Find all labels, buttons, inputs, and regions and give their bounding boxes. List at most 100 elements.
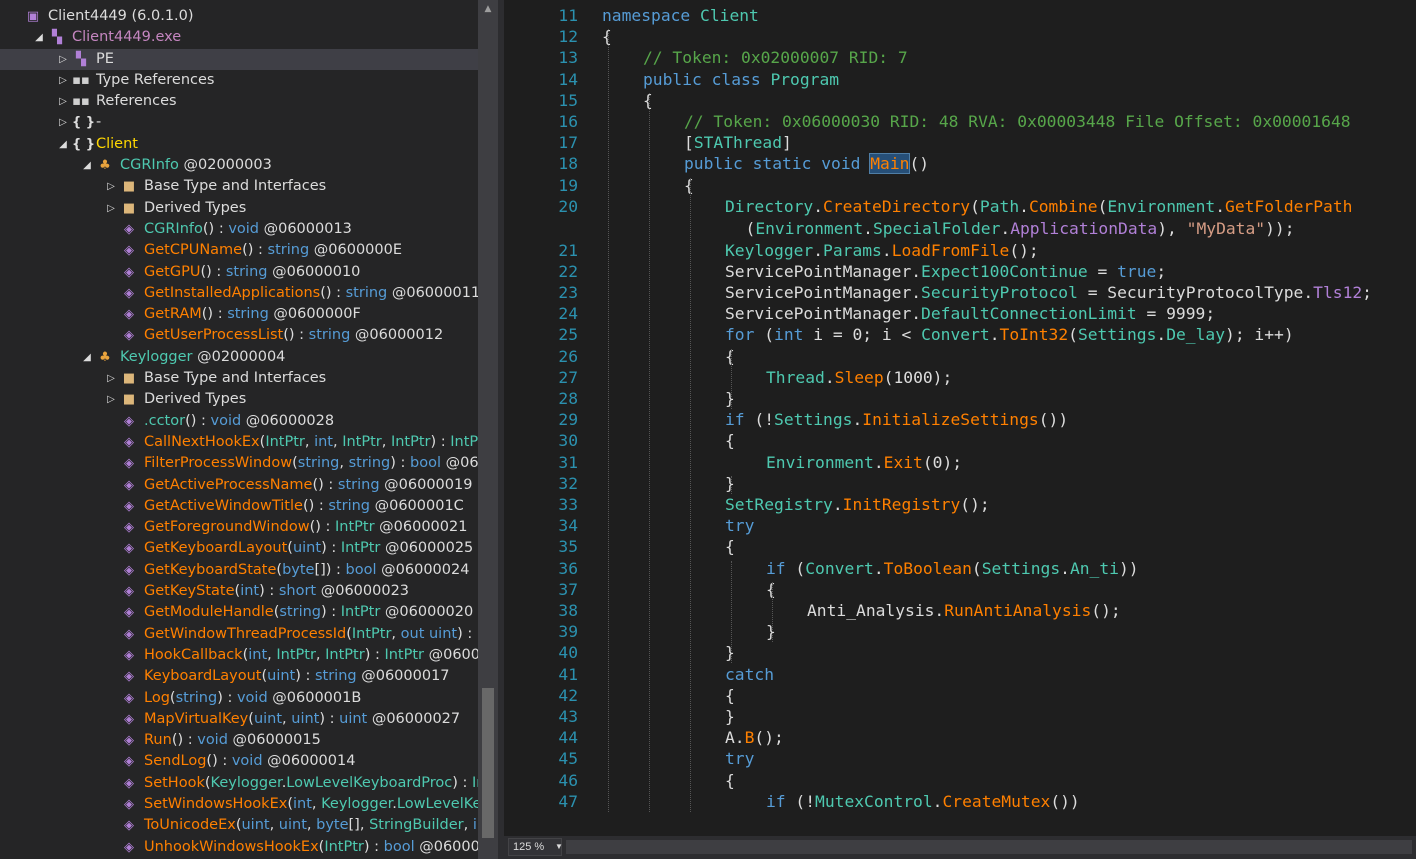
tree-node[interactable]: ◈ ToUnicodeEx(uint, uint, byte[], StringB… — [0, 815, 478, 836]
tree-node[interactable]: ◈ UnhookWindowsHookEx(IntPtr) : bool @060… — [0, 837, 478, 858]
collapse-arrow-icon[interactable]: ◢ — [81, 155, 93, 176]
tree-node[interactable]: ▷ ■ Base Type and Interfaces — [0, 176, 478, 197]
label-part: @06000027 — [367, 710, 461, 727]
expand-arrow-icon[interactable]: ▷ — [57, 49, 69, 70]
method-icon: ◈ — [124, 562, 134, 578]
code-token: . — [873, 452, 884, 472]
code-token: SpecialFolder — [872, 219, 1001, 239]
tree-node[interactable]: ◈ SetHook(Keylogger.LowLevelKeyboardProc)… — [0, 773, 478, 794]
tree-node[interactable]: ▷ ■ Base Type and Interfaces — [0, 368, 478, 389]
tree-node-label: GetWindowThreadProcessId(IntPtr, out uin… — [144, 624, 478, 645]
method-icon: ◈ — [124, 221, 134, 237]
tree-node[interactable]: ▷{ } - — [0, 112, 478, 133]
tree-node[interactable]: ◈ CallNextHookEx(IntPtr, int, IntPtr, Int… — [0, 432, 478, 453]
tree-node[interactable]: ◈ GetKeyState(int) : short @06000023 — [0, 581, 478, 602]
tree-node[interactable]: ◈ KeyboardLayout(uint) : string @06000017 — [0, 666, 478, 687]
tree-node[interactable]: ◈ GetActiveProcessName() : string @060000… — [0, 475, 478, 496]
scroll-thumb[interactable] — [482, 688, 494, 838]
line-number: 41 — [558, 664, 578, 684]
label-part: GetActiveProcessName — [144, 476, 313, 493]
code-token: . — [932, 791, 943, 811]
tree-node[interactable]: ◈ GetForegroundWindow() : IntPtr @0600002… — [0, 517, 478, 538]
line-number: 12 — [558, 27, 578, 47]
chevron-down-icon[interactable]: ▼ — [555, 839, 565, 855]
scroll-up-icon[interactable]: ▲ — [478, 0, 498, 18]
code-token: A. — [725, 728, 745, 748]
line-number: 37 — [558, 579, 578, 599]
tree-node[interactable]: ◈ GetUserProcessList() : string @06000012 — [0, 325, 478, 346]
method-icon: ◈ — [124, 839, 134, 855]
tree-node[interactable]: ◈ GetKeyboardLayout(uint) : IntPtr @06000… — [0, 538, 478, 559]
code-text: if (Convert.ToBoolean(Settings.An_ti)) — [766, 558, 1139, 579]
label-part: LowLevelKeyboardProc — [286, 774, 453, 791]
expand-arrow-icon[interactable]: ▷ — [57, 112, 69, 133]
tree-node[interactable]: ◈ GetInstalledApplications() : string @06… — [0, 283, 478, 304]
code-text: namespace Client — [602, 5, 759, 26]
code-token: . — [863, 219, 873, 239]
tree-node[interactable]: ◈ Log(string) : void @0600001B — [0, 688, 478, 709]
code-text: Environment.Exit(0); — [766, 452, 962, 473]
expand-arrow-icon[interactable]: ▷ — [105, 198, 117, 219]
tree-node[interactable]: ◢ ♣ CGRInfo @02000003 — [0, 155, 478, 176]
code-editor[interactable]: 11 namespace Client 12 {13 // Token: 0x02000… — [504, 0, 1416, 859]
tree-node[interactable]: ◈ GetActiveWindowTitle() : string @060000… — [0, 496, 478, 517]
label-part: IntPtr — [325, 646, 365, 663]
code-token: ( — [970, 196, 980, 216]
tree-node[interactable]: ◈ SetWindowsHookEx(int, Keylogger.LowLeve… — [0, 794, 478, 815]
expand-arrow-icon[interactable]: ▷ — [105, 389, 117, 410]
horizontal-scrollbar[interactable] — [566, 840, 1412, 854]
tree-node[interactable]: ◢ ♣ Keylogger @02000004 — [0, 347, 478, 368]
tree-node[interactable]: ▷ ▪▪ References — [0, 91, 478, 112]
method-icon: ◈ — [124, 285, 134, 301]
tree-node[interactable]: ◈ SendLog() : void @06000014 — [0, 751, 478, 772]
tree-node-label: FilterProcessWindow(string, string) : bo… — [144, 453, 478, 474]
expand-arrow-icon[interactable]: ▷ — [57, 70, 69, 91]
tree-node[interactable]: ◈ CGRInfo() : void @06000013 — [0, 219, 478, 240]
method-icon: ◈ — [124, 477, 134, 493]
collapse-arrow-icon[interactable]: ◢ — [33, 27, 45, 48]
label-part: () : — [283, 327, 309, 344]
tree-node[interactable]: ◈ FilterProcessWindow(string, string) : b… — [0, 453, 478, 474]
tree-node[interactable]: ◈ GetModuleHandle(string) : IntPtr @06000… — [0, 602, 478, 623]
tree-node[interactable]: ◢{ } Client — [0, 134, 478, 155]
expand-arrow-icon[interactable]: ▷ — [57, 91, 69, 112]
label-part: @06000011 — [387, 284, 478, 301]
highlighted-symbol[interactable]: Main — [869, 153, 911, 175]
code-token: Settings — [774, 410, 853, 430]
method-icon: ◈ — [124, 307, 134, 323]
code-token: InitRegistry — [842, 494, 961, 514]
tree-node[interactable]: ▷ ▚ PE — [0, 48, 478, 70]
tree-node[interactable]: ◈ Run() : void @06000015 — [0, 730, 478, 751]
tree-node[interactable]: ◈ .cctor() : void @06000028 — [0, 411, 478, 432]
expand-arrow-icon[interactable]: ▷ — [105, 176, 117, 197]
expand-arrow-icon[interactable]: ▷ — [105, 368, 117, 389]
tree-node[interactable]: ◈ GetKeyboardState(byte[]) : bool @060000… — [0, 560, 478, 581]
tree-node[interactable]: ◈ GetGPU() : string @06000010 — [0, 262, 478, 283]
label-part: @0600000E — [309, 242, 403, 259]
label-part: GetForegroundWindow — [144, 519, 310, 536]
tree-node[interactable]: ◈ GetWindowThreadProcessId(IntPtr, out ui… — [0, 624, 478, 645]
tree-node[interactable]: ◈ HookCallback(int, IntPtr, IntPtr) : Int… — [0, 645, 478, 666]
label-part: uint — [241, 817, 270, 834]
tree-node[interactable]: ◈ GetCPUName() : string @0600000E — [0, 240, 478, 261]
label-part: IntPtr — [342, 433, 382, 450]
tree-node[interactable]: ◈ GetRAM() : string @0600000F — [0, 304, 478, 325]
label-part: LowLevelKeybo — [396, 795, 478, 812]
code-text: } — [725, 473, 735, 494]
tree-node[interactable]: ▣ Client4449 (6.0.1.0) — [0, 6, 478, 27]
tree-node[interactable]: ▷ ■ Derived Types — [0, 198, 478, 219]
collapse-arrow-icon[interactable]: ◢ — [57, 134, 69, 155]
collapse-arrow-icon[interactable]: ◢ — [81, 347, 93, 368]
zoom-select[interactable]: 125 % ▼ — [508, 838, 565, 856]
label-part: uint — [278, 817, 307, 834]
tree-node[interactable]: ◢ ▚ Client4449.exe — [0, 27, 478, 48]
method-icon: ◈ — [124, 584, 134, 600]
tree-node[interactable]: ◈ MapVirtualKey(uint, uint) : uint @06000… — [0, 709, 478, 730]
tree-scrollbar[interactable]: ▲ — [478, 0, 498, 859]
tree-node[interactable]: ▷ ▪▪ Type References — [0, 70, 478, 91]
label-part: CGRInfo — [120, 157, 179, 174]
tree-node[interactable]: ▷ ■ Derived Types — [0, 389, 478, 410]
indent-guide — [649, 92, 650, 812]
code-token: i = 0; i < — [813, 325, 922, 345]
code-token: ), — [1157, 219, 1187, 239]
